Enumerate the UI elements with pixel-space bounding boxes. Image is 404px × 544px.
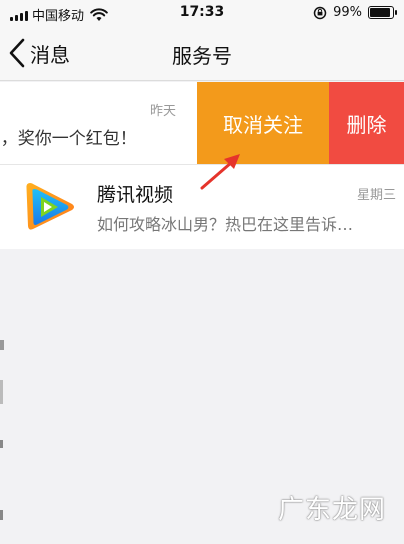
back-label: 消息 (30, 42, 70, 67)
status-bar: 中国移动 17:33 99% (0, 0, 404, 26)
chevron-left-icon (9, 38, 25, 68)
back-button[interactable]: 消息 (8, 36, 70, 70)
message-preview: 如何攻略冰山男？热巴在这里告诉… (97, 215, 354, 234)
annotation-arrow-icon (200, 154, 240, 190)
account-name: 腾讯视频 (97, 184, 174, 206)
orientation-lock-icon (313, 6, 327, 19)
battery-percent: 99% (333, 5, 362, 20)
message-preview: l，奖你一个红包！ (0, 129, 137, 149)
battery-fill (370, 8, 390, 17)
message-date: 星期三 (356, 188, 396, 203)
delete-button[interactable]: 删除 (329, 82, 404, 164)
message-date: 昨天 (150, 104, 177, 119)
watermark: 广东龙网 (277, 495, 386, 525)
nav-bar: 消息 服务号 (0, 26, 404, 81)
status-right: 99% (313, 5, 397, 20)
battery-icon (368, 6, 397, 19)
tencent-video-logo-icon (26, 183, 75, 230)
